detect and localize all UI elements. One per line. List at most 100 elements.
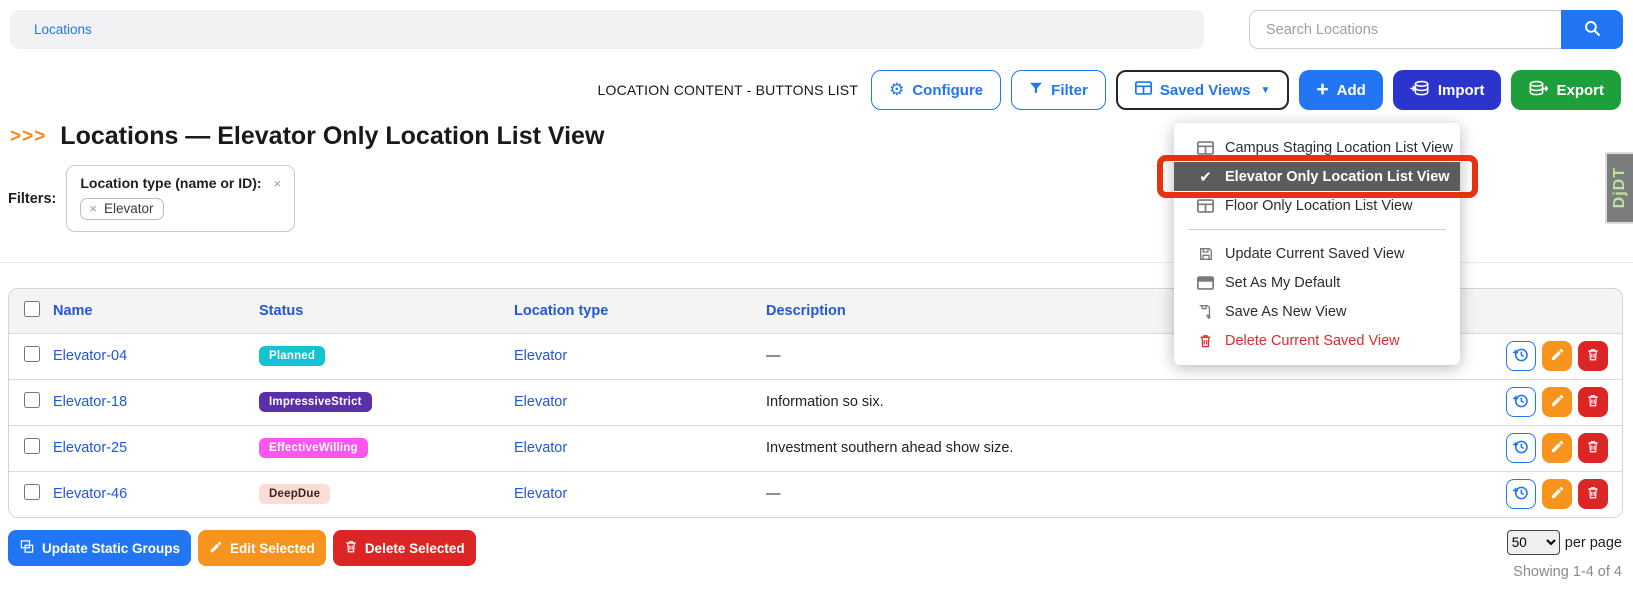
menu-action[interactable]: Set As My Default	[1174, 268, 1460, 297]
filter-chip: × Elevator	[80, 198, 164, 220]
row-edit-button[interactable]	[1542, 433, 1572, 463]
row-edit-button[interactable]	[1542, 341, 1572, 371]
chip-label: Elevator	[104, 201, 154, 216]
saved-view-option-label: Floor Only Location List View	[1225, 198, 1413, 214]
history-button[interactable]	[1506, 433, 1536, 463]
row-edit-button[interactable]	[1542, 479, 1572, 509]
edit-selected-button[interactable]: Edit Selected	[198, 530, 326, 566]
saved-view-option[interactable]: Campus Staging Location List View	[1174, 133, 1460, 162]
table-layout-icon	[1196, 141, 1215, 155]
filters-label: Filters:	[8, 191, 56, 207]
delete-selected-button[interactable]: Delete Selected	[333, 530, 476, 566]
edit-selected-label: Edit Selected	[230, 541, 315, 556]
location-name-link[interactable]: Elevator-04	[53, 348, 127, 364]
row-checkbox[interactable]	[24, 484, 40, 500]
row-checkbox[interactable]	[24, 346, 40, 362]
menu-action-label: Set As My Default	[1225, 275, 1340, 291]
search-button[interactable]	[1561, 10, 1623, 49]
history-icon	[1512, 438, 1530, 459]
add-label: Add	[1337, 82, 1366, 99]
row-delete-button[interactable]	[1578, 387, 1608, 417]
trash-icon	[344, 539, 358, 557]
toolbar: LOCATION CONTENT - BUTTONS LIST ⚙ Config…	[0, 70, 1621, 110]
saved-view-option-label: Campus Staging Location List View	[1225, 140, 1453, 156]
location-type-link[interactable]: Elevator	[514, 394, 567, 410]
history-button[interactable]	[1506, 341, 1536, 371]
header-status[interactable]: Status	[259, 289, 514, 333]
gear-icon: ⚙	[889, 82, 904, 99]
filter-group-box: Location type (name or ID): × × Elevator	[66, 165, 295, 232]
pencil-icon	[1550, 485, 1565, 503]
history-icon	[1512, 392, 1530, 413]
per-page-select[interactable]: 50	[1507, 530, 1560, 555]
table-row: Elevator-46 DeepDue Elevator —	[9, 471, 1622, 517]
saved-view-option-selected[interactable]: ✔Elevator Only Location List View	[1174, 162, 1460, 191]
object-group-icon	[19, 539, 35, 557]
saved-view-option[interactable]: Floor Only Location List View	[1174, 191, 1460, 220]
menu-action[interactable]: Delete Current Saved View	[1174, 326, 1460, 355]
filter-button[interactable]: Filter	[1011, 70, 1106, 110]
delete-selected-label: Delete Selected	[365, 541, 465, 556]
import-label: Import	[1438, 82, 1485, 99]
debug-toolbar-handle[interactable]: DjDT	[1605, 152, 1633, 224]
add-button[interactable]: + Add	[1299, 70, 1382, 110]
pencil-icon	[1550, 439, 1565, 457]
location-name-link[interactable]: Elevator-46	[53, 486, 127, 502]
chevron-down-icon: ▼	[1260, 85, 1270, 96]
plus-icon: +	[1316, 79, 1328, 100]
history-button[interactable]	[1506, 479, 1536, 509]
status-badge: DeepDue	[259, 484, 330, 504]
pencil-icon	[1550, 347, 1565, 365]
page-title: Locations — Elevator Only Location List …	[60, 122, 604, 151]
saved-views-menu-actions: Update Current Saved View Set As My Defau…	[1174, 239, 1460, 355]
table-layout-icon	[1196, 199, 1215, 213]
breadcrumb-link-locations[interactable]: Locations	[34, 22, 92, 37]
description-text: Information so six.	[766, 394, 884, 410]
row-delete-button[interactable]	[1578, 341, 1608, 371]
save-icon	[1196, 246, 1215, 262]
history-button[interactable]	[1506, 387, 1536, 417]
import-button[interactable]: Import	[1393, 70, 1502, 110]
showing-count: Showing 1-4 of 4	[1513, 564, 1622, 580]
location-name-link[interactable]: Elevator-25	[53, 440, 127, 456]
configure-button[interactable]: ⚙ Configure	[871, 70, 1001, 110]
save-plus-icon	[1196, 303, 1215, 320]
location-type-link[interactable]: Elevator	[514, 486, 567, 502]
row-delete-button[interactable]	[1578, 433, 1608, 463]
history-icon	[1512, 346, 1530, 367]
menu-action-label: Save As New View	[1225, 304, 1346, 320]
update-static-groups-button[interactable]: Update Static Groups	[8, 530, 191, 566]
header-name[interactable]: Name	[53, 289, 259, 333]
location-name-link[interactable]: Elevator-18	[53, 394, 127, 410]
filter-group-remove-icon[interactable]: ×	[274, 176, 282, 191]
saved-views-button[interactable]: Saved Views ▼	[1116, 70, 1290, 110]
chevrons-icon: >>>	[10, 126, 46, 148]
row-edit-button[interactable]	[1542, 387, 1572, 417]
trash-icon	[1586, 347, 1600, 365]
saved-views-menu-views: Campus Staging Location List View ✔Elevat…	[1174, 133, 1460, 220]
chip-remove-icon[interactable]: ×	[89, 201, 97, 216]
per-page-label: per page	[1565, 535, 1622, 551]
database-import-icon	[1410, 80, 1430, 101]
table-layout-icon	[1135, 81, 1152, 99]
menu-action[interactable]: Save As New View	[1174, 297, 1460, 326]
header-location-type[interactable]: Location type	[514, 289, 766, 333]
select-all-checkbox[interactable]	[24, 301, 40, 317]
location-type-link[interactable]: Elevator	[514, 348, 567, 364]
saved-view-option-label: Elevator Only Location List View	[1225, 169, 1450, 185]
table-row: Elevator-18ImpressiveStrictElevatorInfor…	[9, 379, 1622, 425]
trash-icon	[1586, 439, 1600, 457]
context-label: LOCATION CONTENT - BUTTONS LIST	[598, 82, 859, 98]
row-delete-button[interactable]	[1578, 479, 1608, 509]
pencil-icon	[1550, 393, 1565, 411]
location-type-link[interactable]: Elevator	[514, 440, 567, 456]
pagination: 50 per page Showing 1-4 of 4	[1507, 530, 1622, 580]
status-badge: EffectiveWilling	[259, 438, 368, 458]
menu-action-label: Delete Current Saved View	[1225, 333, 1400, 349]
menu-action[interactable]: Update Current Saved View	[1174, 239, 1460, 268]
description-text: —	[766, 486, 781, 502]
row-checkbox[interactable]	[24, 438, 40, 454]
search-input[interactable]	[1249, 10, 1561, 49]
row-checkbox[interactable]	[24, 392, 40, 408]
export-button[interactable]: Export	[1511, 70, 1621, 110]
